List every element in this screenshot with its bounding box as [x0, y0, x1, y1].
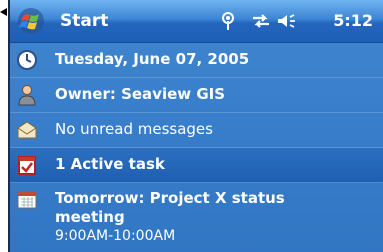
owner-text: Owner: Seaview GIS [55, 85, 226, 103]
appointment-title: Tomorrow: Project X status meeting [55, 189, 285, 226]
tasks-text: 1 Active task [55, 155, 165, 173]
speaker-icon[interactable] [276, 11, 296, 31]
calendar-icon [17, 191, 37, 209]
appointment-time: 9:00AM-10:00AM [55, 228, 176, 244]
clock-icon [17, 50, 37, 70]
date-row[interactable]: Tuesday, June 07, 2005 [10, 43, 383, 78]
antenna-icon[interactable] [218, 11, 238, 31]
today-screen: Start 5:12 Tuesday, June 07, 2005 Owner:… [8, 0, 383, 252]
messages-text: No unread messages [55, 120, 213, 138]
person-icon [18, 85, 36, 106]
appointment-row[interactable]: Tomorrow: Project X status meeting 9:00A… [10, 183, 383, 252]
windows-flag-icon[interactable] [16, 7, 46, 35]
start-menu-label[interactable]: Start [60, 11, 108, 31]
appointment-text: Tomorrow: Project X status meeting 9:00A… [55, 189, 355, 246]
envelope-icon [17, 121, 37, 139]
title-bar: Start 5:12 [10, 0, 383, 43]
tasks-row[interactable]: 1 Active task [10, 148, 383, 183]
date-text: Tuesday, June 07, 2005 [55, 50, 250, 68]
clock-time[interactable]: 5:12 [333, 11, 373, 30]
messages-row[interactable]: No unread messages [10, 113, 383, 148]
task-checkbox-icon [18, 156, 36, 175]
connectivity-icon[interactable] [251, 11, 271, 31]
owner-row[interactable]: Owner: Seaview GIS [10, 78, 383, 113]
